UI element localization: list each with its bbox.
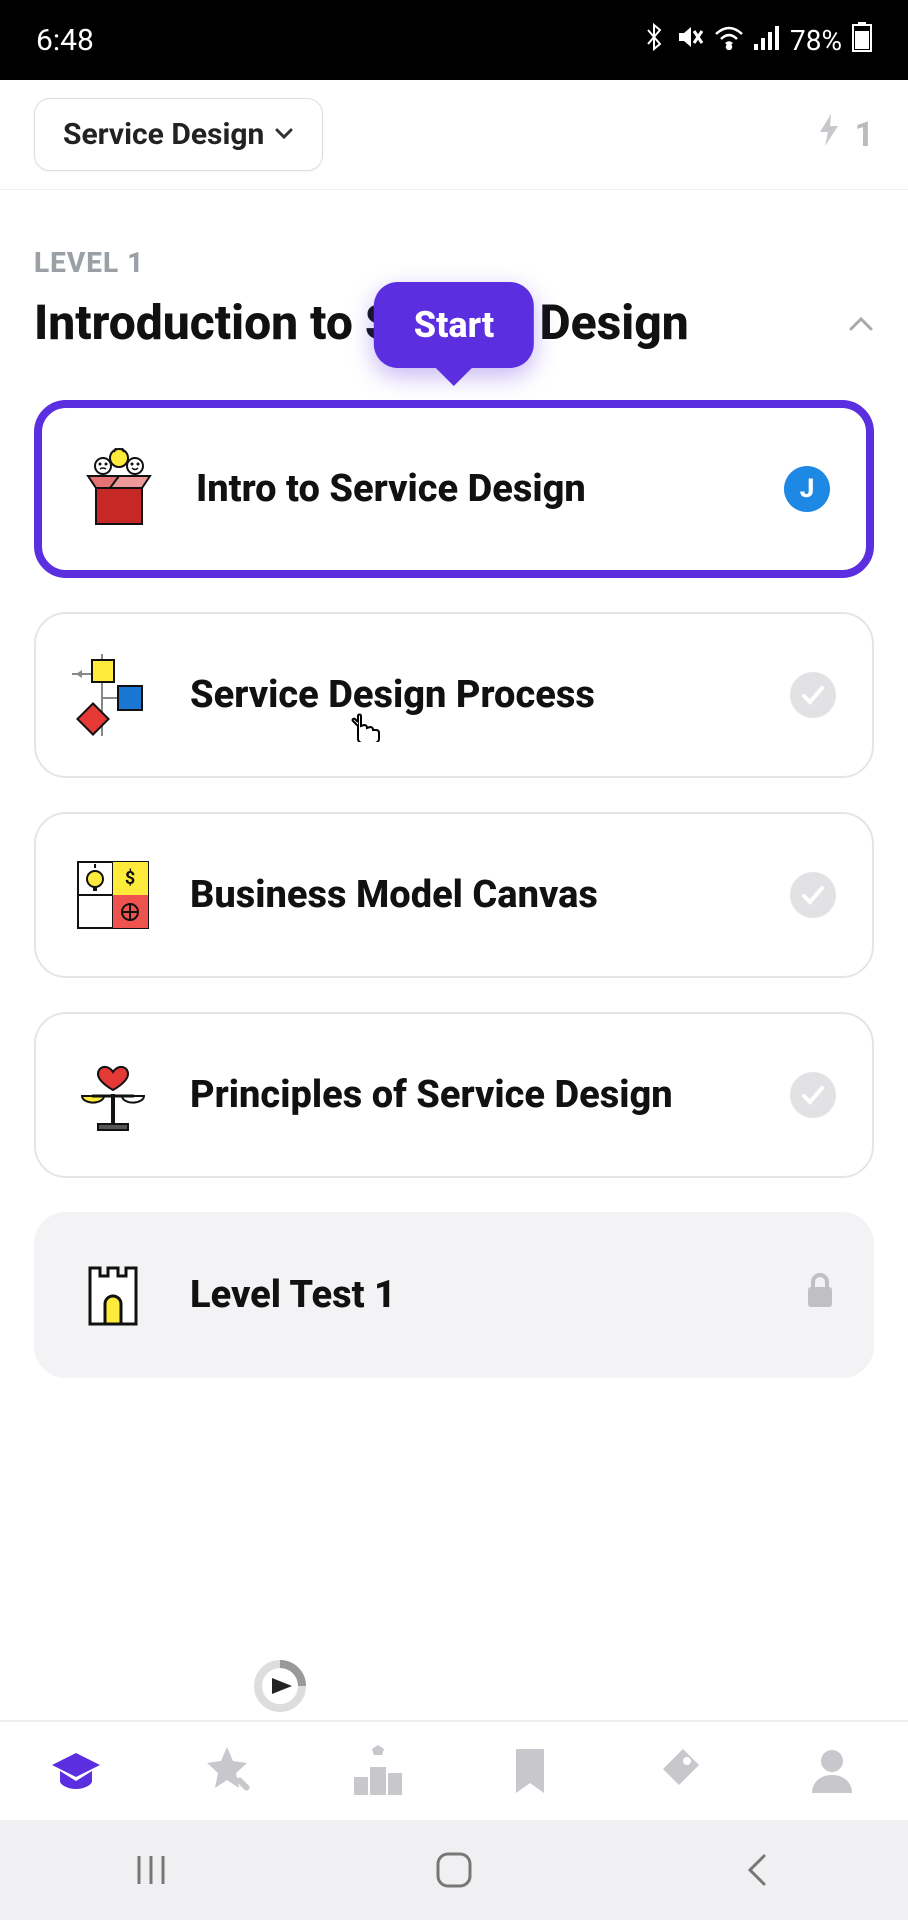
streak-count: 1 <box>854 115 874 155</box>
android-nav-bar <box>0 1820 908 1920</box>
check-icon <box>790 872 836 918</box>
check-icon <box>790 672 836 718</box>
lesson-title: Principles of Service Design <box>190 1073 754 1117</box>
recents-button[interactable] <box>121 1840 181 1900</box>
streak-counter[interactable]: 1 <box>814 114 874 155</box>
chevron-up-icon <box>848 306 874 341</box>
bluetooth-icon <box>642 23 666 58</box>
lesson-title: Level Test 1 <box>190 1273 768 1317</box>
bottom-tabs <box>0 1720 908 1820</box>
mute-icon <box>676 23 704 58</box>
battery-text: 78% <box>790 24 842 57</box>
status-time: 6:48 <box>36 23 94 58</box>
flowchart-icon <box>72 654 154 736</box>
loading-peek-icon <box>250 1656 310 1720</box>
lesson-card-intro[interactable]: Intro to Service Design J <box>34 400 874 578</box>
lesson-card-process[interactable]: Service Design Process <box>34 612 874 778</box>
status-bar: 6:48 78% <box>0 0 908 80</box>
canvas-grid-icon: $ <box>72 854 154 936</box>
tab-bookmarks[interactable] <box>495 1736 565 1806</box>
svg-text:$: $ <box>125 868 135 889</box>
app-header: Service Design 1 <box>0 80 908 190</box>
tab-shop[interactable] <box>646 1736 716 1806</box>
tab-learn[interactable] <box>41 1736 111 1806</box>
lesson-card-canvas[interactable]: $ Business Model Canvas <box>34 812 874 978</box>
castle-icon <box>72 1254 154 1336</box>
box-ideas-icon <box>78 448 160 530</box>
profile-badge: J <box>784 466 830 512</box>
start-tooltip[interactable]: Start <box>374 282 534 368</box>
lesson-card-test[interactable]: Level Test 1 <box>34 1212 874 1378</box>
lesson-title: Service Design Process <box>190 673 754 717</box>
back-button[interactable] <box>727 1840 787 1900</box>
chevron-down-icon <box>274 122 294 147</box>
section-title: Introduction to Service Design <box>34 297 689 350</box>
content: LEVEL 1 Introduction to Service Design S… <box>0 190 908 1378</box>
level-label: LEVEL 1 <box>34 246 874 279</box>
tab-leaderboard[interactable] <box>343 1736 413 1806</box>
start-label: Start <box>414 304 494 346</box>
check-icon <box>790 1072 836 1118</box>
scale-heart-icon <box>72 1054 154 1136</box>
course-dropdown[interactable]: Service Design <box>34 98 323 171</box>
tab-discover[interactable] <box>192 1736 262 1806</box>
lock-icon <box>804 1273 836 1317</box>
bolt-icon <box>814 114 846 155</box>
home-button[interactable] <box>424 1840 484 1900</box>
dropdown-label: Service Design <box>63 117 264 152</box>
lesson-card-principles[interactable]: Principles of Service Design <box>34 1012 874 1178</box>
tab-profile[interactable] <box>797 1736 867 1806</box>
signal-icon <box>754 24 780 57</box>
lesson-title: Intro to Service Design <box>196 467 748 511</box>
battery-icon <box>852 22 872 59</box>
lesson-title: Business Model Canvas <box>190 873 754 917</box>
wifi-icon <box>714 24 744 57</box>
status-icons: 78% <box>642 22 872 59</box>
